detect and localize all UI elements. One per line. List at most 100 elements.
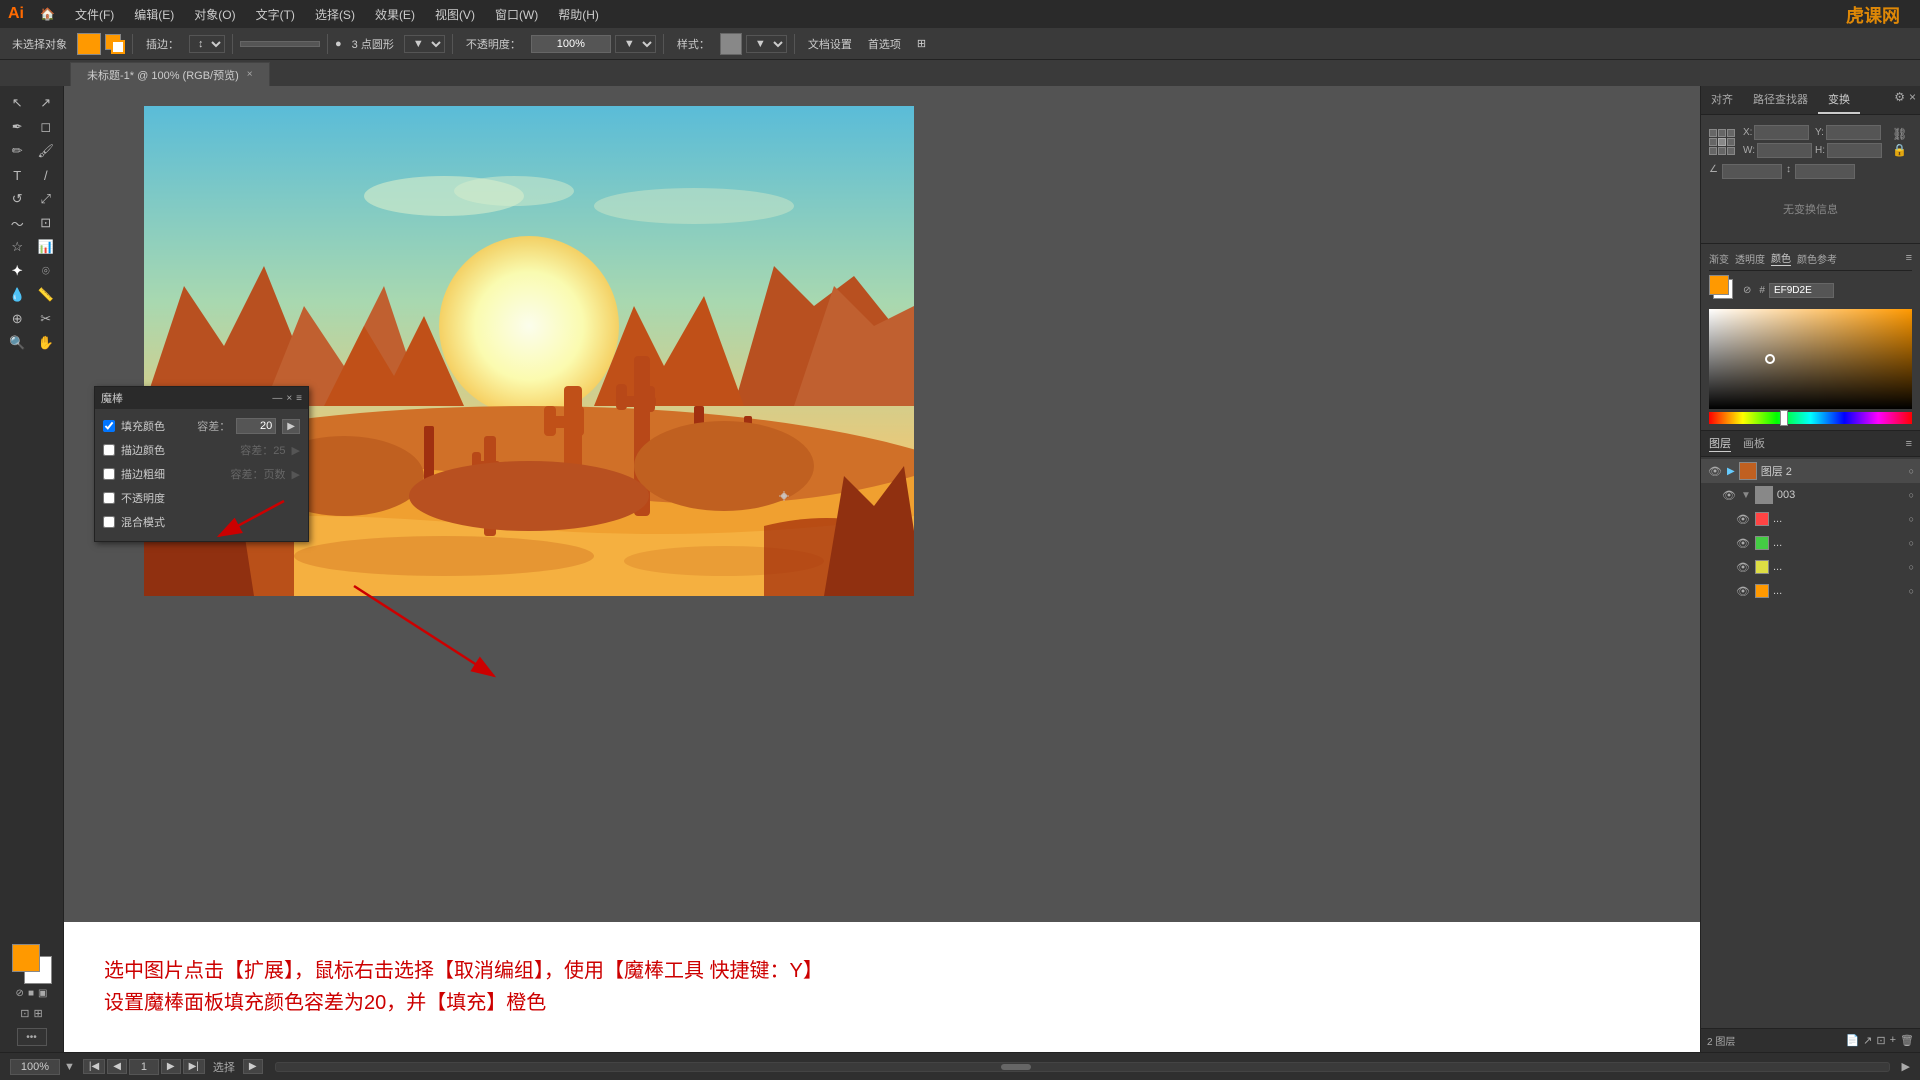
stroke-weight-checkbox[interactable] — [103, 468, 115, 480]
scroll-right-icon[interactable]: ▶ — [1902, 1060, 1910, 1073]
none-icon[interactable]: ⊘ — [16, 988, 24, 999]
next-page-button[interactable]: ▶ — [161, 1059, 181, 1074]
link-icon[interactable]: ⛓ — [1892, 127, 1907, 141]
zoom-input[interactable] — [10, 1059, 60, 1075]
menu-text[interactable]: 文字(T) — [248, 4, 303, 25]
layer-expand-2[interactable]: ▶ — [1727, 466, 1735, 477]
select-tool[interactable]: ↖ — [4, 92, 31, 114]
x-input[interactable] — [1754, 125, 1809, 140]
lock-icon[interactable]: 🔒 — [1892, 143, 1907, 157]
direct-select-tool[interactable]: ↗ — [33, 92, 60, 114]
angle-input[interactable] — [1722, 164, 1782, 179]
menu-effect[interactable]: 效果(E) — [367, 4, 423, 25]
layer-item-green[interactable]: 👁 ... ○ — [1701, 531, 1920, 555]
document-tab[interactable]: 未标题-1* @ 100% (RGB/预览) × — [70, 62, 270, 86]
gray-input-box[interactable] — [240, 41, 320, 47]
preferences-button[interactable]: 首选项 — [862, 34, 907, 54]
lasso-tool[interactable]: ⌾ — [33, 260, 60, 282]
create-layer-icon[interactable]: 📄 — [1845, 1034, 1859, 1047]
fill-tolerance-input[interactable] — [236, 418, 276, 434]
graph-tool[interactable]: 📊 — [33, 236, 60, 258]
color-tab-gradient[interactable]: 渐变 — [1709, 251, 1729, 266]
stroke-indicator[interactable] — [105, 34, 125, 54]
style-select[interactable]: ▼ — [746, 35, 787, 53]
page-number-input[interactable] — [129, 1059, 159, 1075]
arrange-icon[interactable]: ⊞ — [911, 35, 932, 52]
color-tab-transparency[interactable]: 透明度 — [1735, 251, 1765, 266]
color-menu-icon[interactable]: ≡ — [1906, 252, 1912, 264]
shape-tool[interactable]: ◻ — [33, 116, 60, 138]
pen-tool[interactable]: ✒ — [4, 116, 31, 138]
rotate-tool[interactable]: ↺ — [4, 188, 31, 210]
panel-collapse-button[interactable]: — — [272, 393, 282, 404]
scale-tool[interactable]: ⤢ — [33, 188, 60, 210]
layer-item-003[interactable]: 👁 ▼ 003 ○ — [1701, 483, 1920, 507]
layer-item-2[interactable]: 👁 ▶ 图层 2 ○ — [1701, 459, 1920, 483]
free-transform-tool[interactable]: ⊡ — [33, 212, 60, 234]
warp-tool[interactable]: 〜 — [4, 212, 31, 234]
h-input[interactable] — [1827, 143, 1882, 158]
magic-wand-tool[interactable]: ✦ — [4, 260, 31, 282]
layer-expand-003[interactable]: ▼ — [1741, 490, 1751, 501]
layer-eye-003[interactable]: 👁 — [1721, 487, 1737, 503]
menu-file[interactable]: 文件(F) — [67, 4, 122, 25]
w-input[interactable] — [1757, 143, 1812, 158]
fill-color-checkbox[interactable] — [103, 420, 115, 432]
menu-home[interactable]: 🏠 — [32, 5, 63, 23]
prev-page-button[interactable]: ◀ — [107, 1059, 127, 1074]
color-icon[interactable]: ■ — [28, 988, 34, 999]
color-tab-color[interactable]: 颜色 — [1771, 250, 1791, 266]
hex-color-input[interactable] — [1769, 283, 1834, 298]
layer-more-icon[interactable]: ⊡ — [1876, 1034, 1885, 1047]
eyedropper-tool[interactable]: 💧 — [4, 284, 31, 306]
menu-object[interactable]: 对象(O) — [186, 4, 243, 25]
color-fg-bg[interactable] — [1709, 275, 1739, 305]
line-tool[interactable]: / — [33, 164, 60, 186]
stroke-color-checkbox[interactable] — [103, 444, 115, 456]
hue-bar[interactable] — [1709, 412, 1912, 424]
gradient-icon[interactable]: ▣ — [38, 988, 47, 999]
layer-item-orange[interactable]: 👁 ... ○ — [1701, 579, 1920, 603]
pencil-tool[interactable]: ✏ — [4, 140, 31, 162]
menu-select[interactable]: 选择(S) — [307, 4, 363, 25]
symbol-tool[interactable]: ☆ — [4, 236, 31, 258]
slice-tool[interactable]: ✂ — [33, 308, 60, 330]
hand-tool[interactable]: ✋ — [33, 332, 60, 354]
layer-eye-yellow[interactable]: 👁 — [1735, 559, 1751, 575]
zoom-dropdown-icon[interactable]: ▼ — [64, 1061, 75, 1073]
menu-window[interactable]: 窗口(W) — [487, 4, 546, 25]
outline-view-icon[interactable]: ⊡ — [20, 1007, 29, 1020]
doc-settings-button[interactable]: 文档设置 — [802, 34, 858, 54]
y-input[interactable] — [1826, 125, 1881, 140]
brush-tool[interactable]: 🖌 — [33, 140, 60, 162]
reference-point-grid[interactable] — [1709, 129, 1735, 155]
layer-item-red[interactable]: 👁 ... ○ — [1701, 507, 1920, 531]
style-box[interactable] — [720, 33, 742, 55]
fill-tolerance-up-button[interactable]: ▶ — [282, 419, 300, 434]
menu-view[interactable]: 视图(V) — [427, 4, 483, 25]
first-page-button[interactable]: |◀ — [83, 1059, 105, 1074]
delete-layer-icon[interactable]: 🗑 — [1900, 1034, 1914, 1047]
canvas-scroll-area[interactable]: 魔棒 — × ≡ 填充颜色 容差： ▶ — [64, 86, 1700, 1052]
more-tools-button[interactable]: ••• — [17, 1028, 47, 1046]
tab-align[interactable]: 对齐 — [1701, 86, 1743, 114]
measure-tool[interactable]: 📏 — [33, 284, 60, 306]
menu-help[interactable]: 帮助(H) — [550, 4, 607, 25]
panel-menu-button[interactable]: ≡ — [296, 393, 302, 404]
menu-edit[interactable]: 编辑(E) — [126, 4, 182, 25]
layer-eye-2[interactable]: 👁 — [1707, 463, 1723, 479]
create-sublayer-icon[interactable]: + — [1890, 1034, 1896, 1047]
layers-menu-icon[interactable]: ≡ — [1906, 438, 1912, 450]
zoom-tool[interactable]: 🔍 — [4, 332, 31, 354]
panel-close-button[interactable]: × — [286, 393, 292, 404]
pixel-view-icon[interactable]: ⊞ — [34, 1007, 43, 1020]
play-button[interactable]: ▶ — [243, 1059, 263, 1074]
tab-pathfinder[interactable]: 路径查找器 — [1743, 86, 1818, 114]
layer-eye-green[interactable]: 👁 — [1735, 535, 1751, 551]
layer-eye-red[interactable]: 👁 — [1735, 511, 1751, 527]
move-to-layer-icon[interactable]: ↗ — [1863, 1034, 1872, 1047]
color-picker-gradient[interactable] — [1709, 309, 1912, 409]
blend-tool[interactable]: ⊕ — [4, 308, 31, 330]
type-tool[interactable]: T — [4, 164, 31, 186]
last-page-button[interactable]: ▶| — [183, 1059, 205, 1074]
